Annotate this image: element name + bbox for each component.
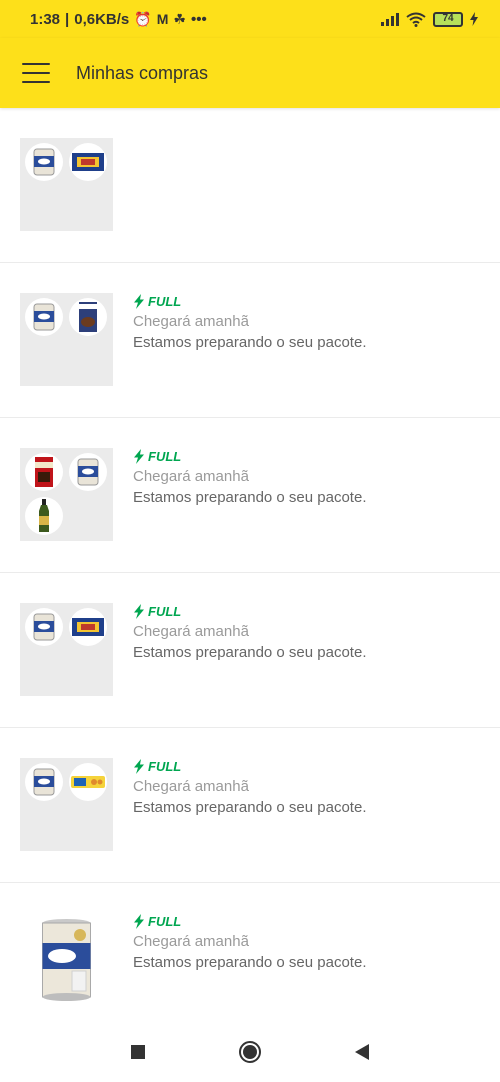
chocolate-box-icon (69, 608, 107, 646)
alarm-icon: ⏰ (134, 10, 152, 27)
recents-square-icon[interactable] (123, 1037, 153, 1067)
condensed-milk-can-icon (69, 453, 107, 491)
purchase-list: FULL Chegará amanhã Estamos preparando o… (0, 108, 500, 1038)
status-right: 74 (381, 11, 478, 27)
condensed-milk-can-icon (42, 919, 91, 1001)
lightning-icon (134, 294, 144, 309)
page-title: Minhas compras (76, 62, 209, 83)
charging-icon (470, 12, 478, 26)
more-notifications-icon: ••• (190, 10, 207, 28)
purchase-info: FULL Chegará amanhã Estamos preparando o… (133, 913, 366, 971)
home-circle-icon[interactable] (235, 1037, 265, 1067)
delivery-text: Chegará amanhã (133, 468, 249, 485)
battery-icon: 74 (433, 11, 463, 27)
product-thumbnails (20, 758, 113, 851)
lightning-icon (134, 759, 144, 774)
product-thumbnails (20, 448, 113, 541)
product-thumbnails (20, 293, 113, 386)
condensed-milk-can-icon (25, 143, 63, 181)
purchase-row[interactable]: FULL Chegará amanhã Estamos preparando o… (0, 263, 500, 418)
menu-button[interactable] (22, 63, 50, 83)
full-label: FULL (148, 294, 182, 309)
delivery-text: Chegará amanhã (133, 623, 249, 640)
condensed-milk-can-icon (25, 608, 63, 646)
condensed-milk-can-icon (25, 298, 63, 336)
purchase-row[interactable]: FULL Chegará amanhã Estamos preparando o… (0, 418, 500, 573)
status-bar: 1:38 | 0,6KB/s ⏰ M ☘ ••• 74 (0, 0, 500, 38)
full-label: FULL (148, 759, 182, 774)
full-label: FULL (148, 604, 182, 619)
status-text: Estamos preparando o seu pacote. (133, 644, 367, 661)
back-triangle-icon[interactable] (347, 1037, 377, 1067)
full-badge: FULL (133, 913, 366, 930)
full-badge: FULL (133, 293, 366, 310)
purchase-info: FULL Chegará amanhã Estamos preparando o… (133, 448, 366, 506)
app-bar: Minhas compras (0, 38, 500, 108)
lightning-icon (134, 914, 144, 929)
product-thumbnails (20, 603, 113, 696)
status-text: Estamos preparando o seu pacote. (133, 954, 367, 971)
lightning-icon (134, 604, 144, 619)
purchase-info: FULL Chegará amanhã Estamos preparando o… (133, 293, 366, 351)
battery-level: 74 (442, 13, 454, 24)
product-thumbnails (20, 913, 113, 1006)
status-text: Estamos preparando o seu pacote. (133, 489, 367, 506)
full-badge: FULL (133, 603, 366, 620)
delivery-text: Chegará amanhã (133, 933, 249, 950)
purchase-row[interactable] (0, 108, 500, 263)
signal-icon (381, 12, 399, 26)
net-speed: 0,6KB/s (74, 10, 130, 28)
status-text: Estamos preparando o seu pacote. (133, 799, 367, 816)
status-text: Estamos preparando o seu pacote. (133, 334, 367, 351)
clock: 1:38 (30, 10, 61, 28)
purchase-info: FULL Chegará amanhã Estamos preparando o… (133, 758, 366, 816)
coffee-pack-icon (25, 453, 63, 491)
purchase-row[interactable]: FULL Chegará amanhã Estamos preparando o… (0, 728, 500, 883)
purchase-row[interactable]: FULL Chegará amanhã Estamos preparando o… (0, 573, 500, 728)
full-label: FULL (148, 449, 182, 464)
chocolate-box-icon (69, 143, 107, 181)
olive-oil-bottle-icon (25, 497, 63, 535)
gmail-icon: M (156, 11, 169, 27)
full-label: FULL (148, 914, 182, 929)
purchase-row[interactable]: FULL Chegará amanhã Estamos preparando o… (0, 883, 500, 1038)
wifi-icon (406, 12, 426, 27)
status-left: 1:38 | 0,6KB/s ⏰ M ☘ ••• (30, 10, 207, 28)
product-thumbnails (20, 138, 113, 231)
condensed-milk-can-icon (25, 763, 63, 801)
full-badge: FULL (133, 758, 366, 775)
notification-icon: ☘ (173, 10, 186, 27)
delivery-text: Chegará amanhã (133, 313, 249, 330)
cocoa-powder-box-icon (69, 298, 107, 336)
delivery-text: Chegará amanhã (133, 778, 249, 795)
full-badge: FULL (133, 448, 366, 465)
purchase-info: FULL Chegará amanhã Estamos preparando o… (133, 603, 366, 661)
lightning-icon (134, 449, 144, 464)
cracker-pack-icon (69, 763, 107, 801)
system-nav-bar (0, 1022, 500, 1082)
